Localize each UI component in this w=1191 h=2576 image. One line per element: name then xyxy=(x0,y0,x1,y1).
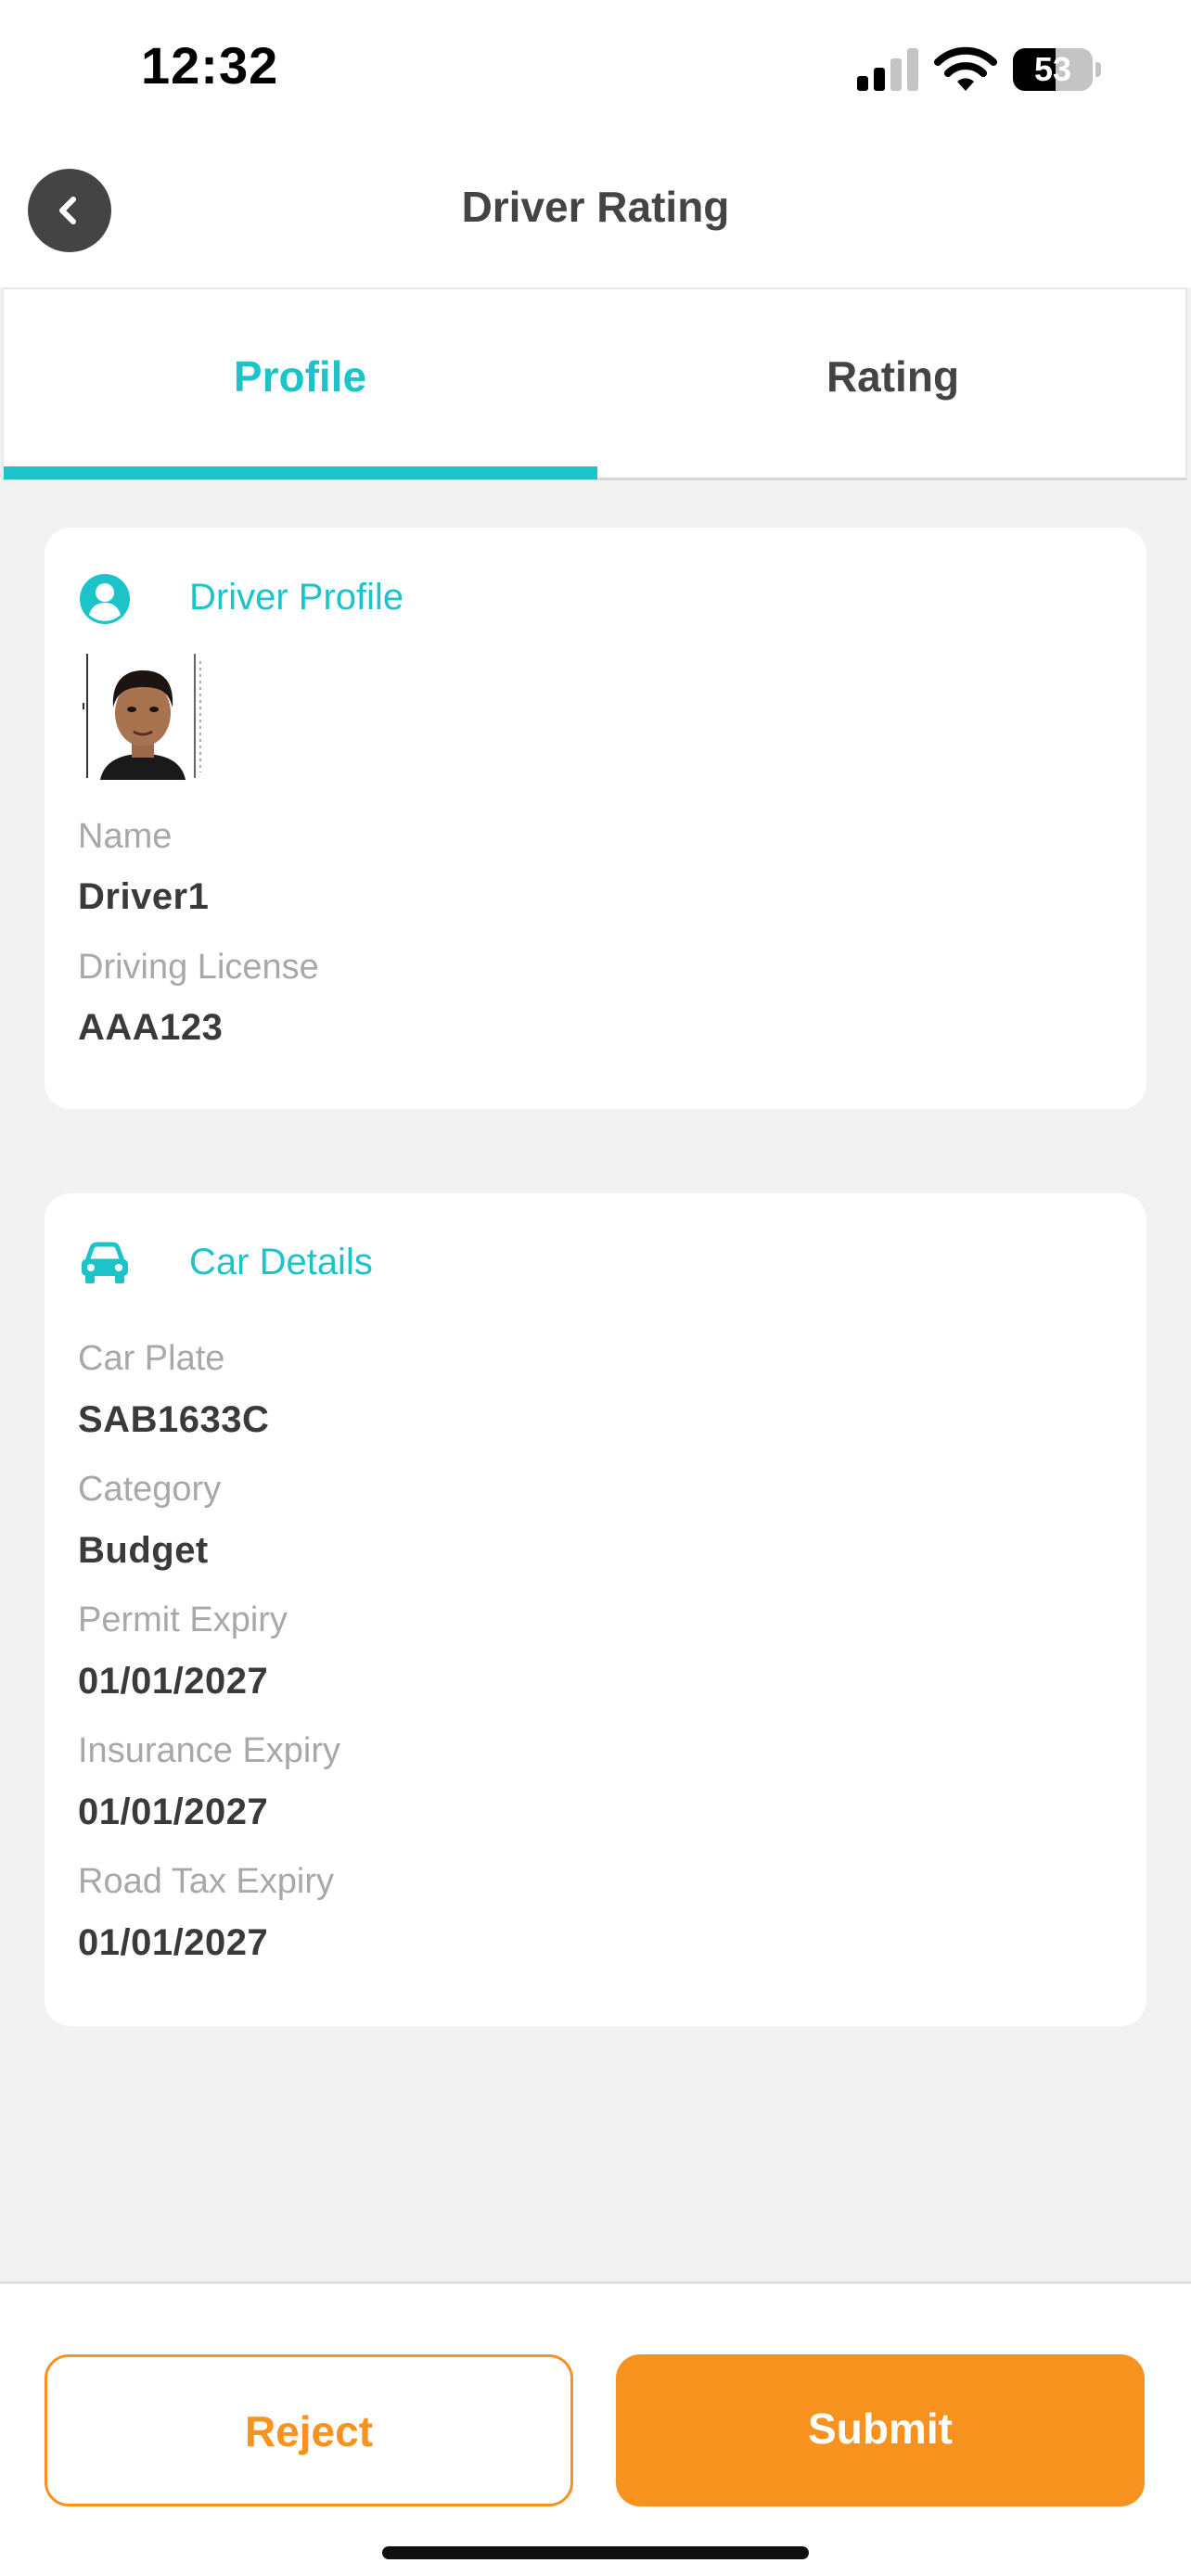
driver-profile-card: Driver Profile Name Driver1 Driving Lice… xyxy=(45,528,1146,1109)
battery-level: 53 xyxy=(1033,50,1072,88)
avatar xyxy=(82,652,204,780)
page-title: Driver Rating xyxy=(461,183,730,231)
header: Driver Rating xyxy=(0,141,1191,287)
active-tab-indicator xyxy=(4,466,597,479)
car-details-card: Car Details Car Plate SAB1633C Category … xyxy=(45,1193,1146,2026)
road-tax-expiry-label: Road Tax Expiry xyxy=(78,1862,334,1901)
reject-button[interactable]: Reject xyxy=(45,2354,573,2506)
cellular-signal-icon xyxy=(857,48,918,91)
user-circle-icon xyxy=(80,574,130,624)
tab-profile[interactable]: Profile xyxy=(4,289,596,479)
submit-button[interactable]: Submit xyxy=(616,2354,1145,2506)
insurance-expiry-value: 01/01/2027 xyxy=(78,1792,269,1832)
status-bar: 12:32 53 xyxy=(0,0,1191,141)
driving-license-label: Driving License xyxy=(78,948,319,987)
car-details-title: Car Details xyxy=(189,1242,373,1282)
category-label: Category xyxy=(78,1470,222,1509)
name-label: Name xyxy=(78,817,173,856)
wifi-icon xyxy=(934,46,997,91)
driving-license-value: AAA123 xyxy=(78,1007,224,1048)
road-tax-expiry-value: 01/01/2027 xyxy=(78,1922,269,1963)
car-plate-value: SAB1633C xyxy=(78,1399,270,1440)
insurance-expiry-label: Insurance Expiry xyxy=(78,1731,341,1770)
name-value: Driver1 xyxy=(78,876,210,917)
tab-rating[interactable]: Rating xyxy=(596,289,1189,479)
tab-bar: Profile Rating xyxy=(2,287,1187,480)
category-value: Budget xyxy=(78,1530,209,1571)
status-time: 12:32 xyxy=(141,36,279,95)
car-icon xyxy=(82,1242,128,1283)
permit-expiry-label: Permit Expiry xyxy=(78,1600,288,1639)
driver-photo xyxy=(82,652,204,780)
car-plate-label: Car Plate xyxy=(78,1339,225,1378)
battery-icon: 53 xyxy=(1013,48,1102,91)
driver-profile-title: Driver Profile xyxy=(189,577,404,618)
bottom-action-bar: Reject Submit xyxy=(0,2281,1191,2576)
home-indicator xyxy=(382,2546,809,2559)
permit-expiry-value: 01/01/2027 xyxy=(78,1661,269,1702)
